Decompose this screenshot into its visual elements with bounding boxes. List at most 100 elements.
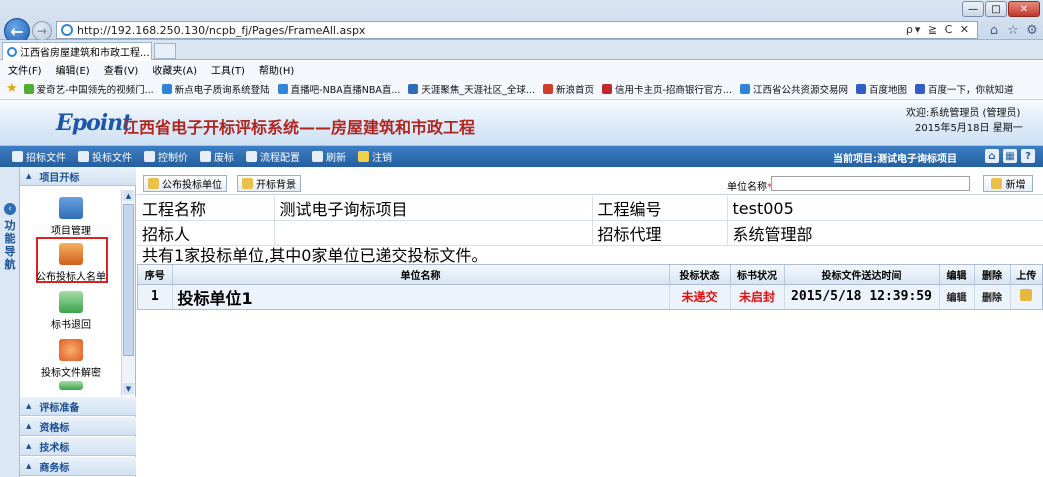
nav-collapse-strip[interactable]: ‹ 功能导航	[0, 167, 20, 477]
return-bid-icon	[59, 291, 83, 313]
menu-edit[interactable]: 编辑(E)	[56, 62, 90, 77]
help-icon[interactable]: ?	[1021, 149, 1035, 163]
menu-help[interactable]: 帮助(H)	[259, 62, 294, 77]
menu-tools[interactable]: 工具(T)	[211, 62, 245, 77]
sidebar-item-project-management[interactable]: 项目管理	[28, 197, 114, 237]
favorites-bar: ★ 爱奇艺-中国领先的视频门... 新点电子质询系统登陆 直播吧-NBA直播NB…	[0, 78, 1043, 100]
document-icon	[78, 151, 89, 162]
col-header-delete: 删除	[974, 265, 1011, 285]
address-bar[interactable]: http://192.168.250.130/ncpb_fj/Pages/Fra…	[56, 21, 978, 39]
expand-triangle-icon: ▲	[26, 442, 32, 450]
address-url[interactable]: http://192.168.250.130/ncpb_fj/Pages/Fra…	[77, 24, 365, 37]
favorite-link[interactable]: 百度地图	[856, 82, 907, 96]
sidebar-group-bid-opening[interactable]: ▲ 项目开标	[20, 167, 136, 186]
forward-button[interactable]: →	[32, 21, 52, 41]
favicon-icon	[856, 83, 866, 94]
address-tools[interactable]: ρ▾ ≧ C ✕	[906, 23, 971, 36]
favorites-star-icon[interactable]: ★	[6, 81, 18, 96]
menu-file[interactable]: 文件(F)	[8, 62, 42, 77]
home-icon[interactable]: ⌂	[985, 149, 999, 163]
collapse-arrow-icon[interactable]: ‹	[4, 203, 16, 215]
project-management-icon	[59, 197, 83, 219]
favorite-link[interactable]: 爱奇艺-中国领先的视频门...	[23, 82, 154, 96]
favorite-link[interactable]: 直播吧-NBA直播NBA直...	[277, 82, 400, 96]
sidebar-item-decrypt-bid[interactable]: 投标文件解密	[28, 339, 114, 379]
toolbar-control-price[interactable]: 控制价	[144, 149, 188, 164]
tab-page-icon	[7, 46, 17, 57]
project-no-label: 工程编号	[592, 196, 728, 221]
favorite-link[interactable]: 江西省公共资源交易网	[739, 82, 848, 96]
toolbar-tender-docs[interactable]: 招标文件	[12, 149, 66, 164]
logout-icon	[358, 151, 369, 162]
grid-icon[interactable]: ▦	[1003, 149, 1017, 163]
toolbar-flow-config[interactable]: 流程配置	[246, 149, 300, 164]
expand-triangle-icon: ▲	[26, 422, 32, 430]
scroll-down-icon[interactable]: ▼	[123, 383, 134, 394]
sidebar-scrollbar[interactable]: ▲ ▼	[121, 190, 135, 396]
unit-name-label: 单位名称*	[727, 182, 772, 193]
tab-strip: 江西省房屋建筑和市政工程... ×	[0, 40, 1043, 60]
scroll-thumb[interactable]	[123, 204, 134, 356]
publish-bidders-button[interactable]: 公布投标单位	[143, 175, 227, 192]
close-window-button[interactable]: ✕	[1008, 1, 1040, 17]
favicon-icon	[23, 83, 34, 94]
background-button[interactable]: 开标背景	[237, 175, 301, 192]
toolbar-bid-docs[interactable]: 投标文件	[78, 149, 132, 164]
sidebar-group-technical[interactable]: ▲ 技术标	[20, 437, 136, 456]
favicon-icon	[542, 83, 553, 94]
favorite-link[interactable]: 信用卡主页-招商银行官方...	[601, 82, 732, 96]
sidebar-group-qualification[interactable]: ▲ 资格标	[20, 417, 136, 436]
col-header-seal: 标书状况	[730, 265, 785, 285]
delete-link[interactable]: 删除	[974, 284, 1011, 309]
edit-icon	[242, 178, 253, 189]
next-item-icon	[59, 381, 83, 390]
favorites-star-icon[interactable]: ☆	[1005, 22, 1021, 38]
sidebar: ▲ 项目开标 项目管理 公布投标人名单 标书退回 投标文件解密 ▲ ▼ ▲ 评标准备…	[20, 167, 136, 477]
favorite-link[interactable]: 百度一下，你就知道	[915, 82, 1014, 96]
toolbar-logout[interactable]: 注销	[358, 149, 392, 164]
sidebar-item-publish-bidders[interactable]: 公布投标人名单	[28, 243, 114, 283]
toolbar-void-bid[interactable]: 废标	[200, 149, 234, 164]
tab-close-icon[interactable]: ×	[150, 46, 151, 57]
menu-favorites[interactable]: 收藏夹(A)	[152, 62, 197, 77]
favicon-icon	[277, 83, 288, 94]
project-no-value: test005	[727, 196, 1043, 221]
home-icon[interactable]: ⌂	[986, 22, 1002, 38]
sidebar-item-return-bid[interactable]: 标书退回	[28, 291, 114, 331]
menu-view[interactable]: 查看(V)	[104, 62, 139, 77]
favorite-link[interactable]: 天涯聚焦_天涯社区_全球...	[408, 82, 535, 96]
nav-strip-label: 功能导航	[4, 219, 16, 271]
sidebar-group-preparation[interactable]: ▲ 评标准备	[20, 397, 136, 416]
upload-icon[interactable]	[1020, 289, 1033, 301]
col-header-name: 单位名称	[172, 265, 670, 285]
project-name-label: 工程名称	[137, 196, 275, 221]
edit-link[interactable]: 编辑	[939, 284, 975, 309]
favicon-icon	[161, 83, 172, 94]
new-tab-button[interactable]	[154, 43, 176, 59]
maximize-button[interactable]: □	[985, 1, 1007, 17]
favorite-link[interactable]: 新点电子质询系统登陆	[161, 82, 270, 96]
sidebar-group-commercial[interactable]: ▲ 商务标	[20, 457, 136, 476]
publish-icon	[148, 178, 159, 189]
favicon-icon	[915, 83, 926, 94]
cell-no: 1	[138, 284, 173, 309]
expand-triangle-icon: ▲	[26, 172, 32, 180]
flow-icon	[246, 151, 257, 162]
add-button[interactable]: 新增	[983, 175, 1033, 192]
browser-tab-active[interactable]: 江西省房屋建筑和市政工程... ×	[2, 42, 152, 60]
document-icon	[12, 151, 23, 162]
unit-name-input[interactable]	[771, 176, 970, 191]
system-title: 江西省电子开标评标系统——房屋建筑和市政工程	[123, 118, 476, 137]
settings-gear-icon[interactable]: ⚙	[1024, 22, 1040, 38]
expand-triangle-icon: ▲	[26, 462, 32, 470]
main-content: 公布投标单位 开标背景 单位名称* 新增 工程名称 测试电子询标项目 工程编号 …	[137, 167, 1043, 477]
minimize-button[interactable]: —	[962, 1, 984, 17]
scroll-up-icon[interactable]: ▲	[123, 190, 134, 201]
sidebar-item-partial[interactable]	[28, 381, 114, 393]
price-icon	[144, 151, 155, 162]
toolbar-refresh[interactable]: 刷新	[312, 149, 346, 164]
browser-title-bar: — □ ✕ ← → http://192.168.250.130/ncpb_fj…	[0, 0, 1043, 44]
agent-value: 系统管理部	[727, 220, 1043, 246]
favorite-link[interactable]: 新浪首页	[542, 82, 594, 96]
app-header: Epoint 江西省电子开标评标系统——房屋建筑和市政工程 欢迎:系统管理员 (…	[0, 100, 1043, 146]
